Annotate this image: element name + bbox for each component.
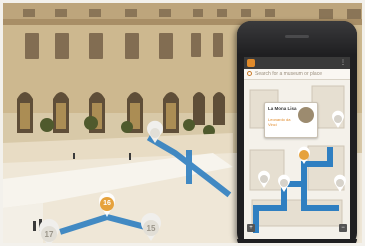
search-bar[interactable]: Search for a museum or place (244, 69, 350, 80)
smartphone-device: ⋮ Search for a museum or place La Mona L… (237, 21, 357, 243)
zoom-in-button[interactable]: + (247, 224, 255, 232)
poi-info-card[interactable]: La Mona Lisa Leonardo da Vinci (264, 102, 318, 138)
indoor-map[interactable]: La Mona Lisa Leonardo da Vinci + − (244, 80, 350, 239)
phone-bottom-bezel (237, 239, 357, 243)
app-logo-icon (247, 59, 255, 67)
phone-earpiece (285, 35, 309, 38)
phone-screen: ⋮ Search for a museum or place La Mona L… (244, 57, 350, 239)
artwork-thumbnail (298, 107, 314, 123)
scene-pin-label-17: 17 (44, 230, 54, 239)
app-action-bar: ⋮ (244, 57, 350, 69)
zoom-out-button[interactable]: − (339, 224, 347, 232)
scene-pin-upper[interactable] (146, 120, 163, 143)
scene-pin-label-15: 15 (146, 224, 156, 233)
overflow-menu-icon[interactable]: ⋮ (340, 60, 346, 66)
phone-top-bezel (237, 21, 357, 55)
search-icon (247, 71, 252, 76)
poi-subtitle: Leonardo da Vinci (268, 117, 291, 127)
search-input[interactable]: Search for a museum or place (255, 70, 322, 78)
poi-title: La Mona Lisa (268, 106, 297, 111)
scene-pin-label-16: 16 (103, 200, 111, 207)
photo-frame: 16 17 15 ⋮ Search for a museum or place (0, 0, 365, 246)
